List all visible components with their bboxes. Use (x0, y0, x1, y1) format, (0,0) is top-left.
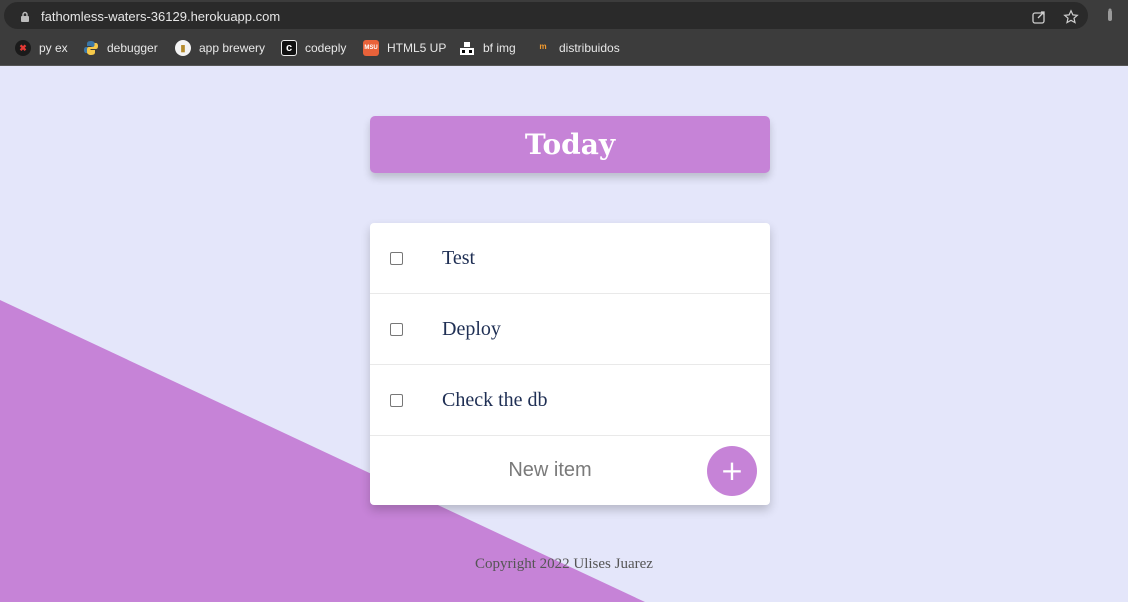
item-label: Check the db (442, 389, 548, 411)
star-icon[interactable] (1063, 9, 1079, 25)
item-label: Deploy (442, 318, 501, 340)
address-bar[interactable]: fathomless-waters-36129.herokuapp.com (4, 2, 1088, 29)
list-item: Deploy (370, 294, 770, 365)
bookmark-bf-img[interactable]: bf img (459, 38, 516, 58)
py-ex-icon: ✖ (15, 40, 31, 56)
copyright-footer: Copyright 2022 Ulises Juarez (475, 556, 653, 572)
bookmark-label: debugger (107, 41, 158, 55)
bookmark-html5-up[interactable]: MSU HTML5 UP (363, 38, 446, 58)
title-banner: Today (370, 116, 770, 173)
codeply-icon: c (281, 40, 297, 56)
item-checkbox[interactable] (390, 323, 403, 336)
page-title: Today (524, 128, 616, 161)
item-label: Test (442, 247, 476, 269)
list-item: Test (370, 223, 770, 294)
extension-icon[interactable] (1103, 7, 1117, 23)
todo-list-card: Test Deploy Check the db + (370, 223, 770, 505)
browser-toolbar: fathomless-waters-36129.herokuapp.com (0, 0, 1128, 32)
bookmark-label: py ex (39, 41, 68, 55)
new-item-input[interactable] (430, 452, 670, 488)
url-text: fathomless-waters-36129.herokuapp.com (41, 9, 281, 24)
new-item-form: + (370, 436, 770, 505)
html5-up-icon: MSU (363, 40, 379, 56)
item-checkbox[interactable] (390, 252, 403, 265)
lock-icon (21, 11, 29, 22)
bf-img-icon (459, 40, 475, 56)
app-brewery-icon: ▮ (175, 40, 191, 56)
bookmark-label: HTML5 UP (387, 41, 447, 55)
bookmark-codeply[interactable]: c codeply (281, 38, 346, 58)
python-icon (83, 40, 99, 56)
bookmark-app-brewery[interactable]: ▮ app brewery (175, 38, 265, 58)
distribuidos-icon: ᵐ (539, 41, 547, 55)
item-checkbox[interactable] (390, 394, 403, 407)
list-item: Check the db (370, 365, 770, 436)
share-icon[interactable] (1031, 9, 1047, 25)
bookmark-debugger[interactable]: debugger (83, 38, 158, 58)
bookmark-py-ex[interactable]: ✖ py ex (15, 38, 68, 58)
bookmark-label: distribuidos (559, 41, 620, 55)
bookmark-label: app brewery (199, 41, 266, 55)
add-item-button[interactable]: + (707, 446, 757, 496)
bookmark-label: bf img (483, 41, 516, 55)
bookmark-distribuidos[interactable]: ᵐ distribuidos (535, 38, 620, 58)
bookmarks-bar: ✖ py ex debugger ▮ app brewery c codeply… (0, 32, 1128, 66)
page-content: Today Test Deploy Check the db + Copyrig… (0, 66, 1128, 602)
bookmark-label: codeply (305, 41, 347, 55)
